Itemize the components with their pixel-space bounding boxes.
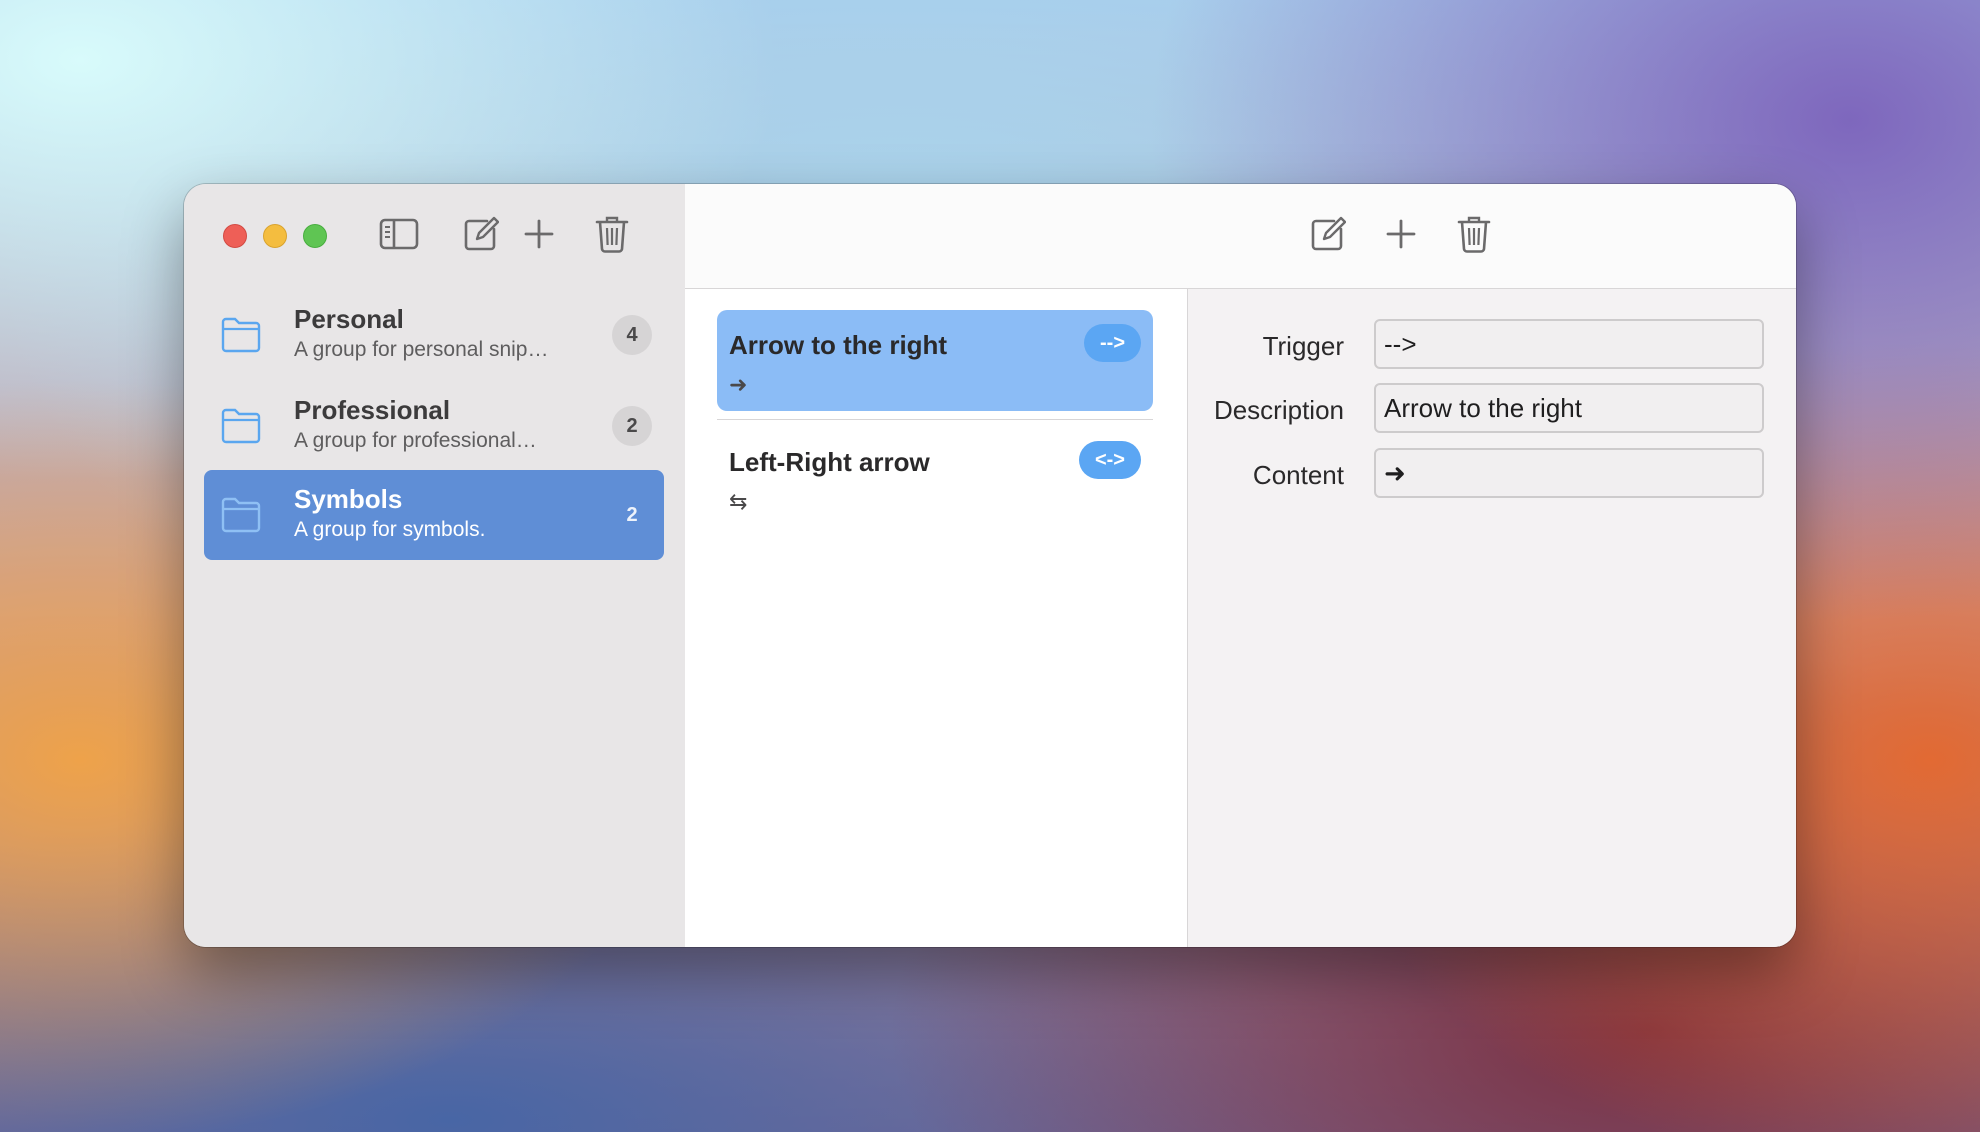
group-count-badge: 4 <box>612 315 652 355</box>
trigger-field[interactable] <box>1374 319 1764 369</box>
trigger-badge: <-> <box>1078 441 1141 479</box>
divider <box>717 419 1153 420</box>
window-controls <box>223 224 327 248</box>
description-label: Description <box>1213 395 1344 425</box>
group-description: A group for personal snip… <box>294 338 549 361</box>
folder-icon <box>221 408 261 444</box>
snippet-list: Arrow to the right ➜ --> Left-Right arro… <box>685 289 1188 947</box>
group-title: Personal <box>294 304 404 334</box>
trigger-label: Trigger <box>1262 331 1344 361</box>
folder-icon <box>221 497 261 533</box>
toggle-sidebar-button[interactable] <box>376 211 422 257</box>
description-field[interactable] <box>1374 383 1764 433</box>
group-item-personal[interactable]: Personal A group for personal snip… 4 <box>204 290 664 380</box>
snippet-item-arrow-right[interactable]: Arrow to the right ➜ --> <box>717 310 1153 411</box>
snippet-title: Left-Right arrow <box>729 447 930 477</box>
close-window-button[interactable] <box>223 224 247 248</box>
compose-icon <box>464 216 499 251</box>
trash-icon <box>1457 216 1491 253</box>
add-group-button[interactable] <box>516 211 562 257</box>
group-title: Professional <box>294 395 451 425</box>
group-count-badge: 2 <box>612 406 652 446</box>
compose-icon <box>1311 216 1346 251</box>
description-row: Description <box>1188 383 1796 435</box>
delete-group-button[interactable] <box>589 211 635 257</box>
group-description: A group for professional… <box>294 429 537 452</box>
add-snippet-button[interactable] <box>1378 211 1424 257</box>
delete-snippet-button[interactable] <box>1451 211 1497 257</box>
group-item-professional[interactable]: Professional A group for professional… 2 <box>204 381 664 471</box>
edit-snippet-button[interactable] <box>1305 211 1351 257</box>
trigger-badge: --> <box>1084 324 1141 362</box>
sidebar-toggle-icon <box>379 218 419 250</box>
snippet-item-left-right-arrow[interactable]: Left-Right arrow ⇆ <-> <box>717 427 1153 528</box>
sidebar: Personal A group for personal snip… 4 Pr… <box>184 184 686 947</box>
content-toolbar <box>685 184 1796 289</box>
group-count-badge: 2 <box>626 503 638 526</box>
zoom-window-button[interactable] <box>303 224 327 248</box>
content-field[interactable] <box>1374 448 1764 498</box>
snippet-detail: Trigger Description Content <box>1188 289 1796 947</box>
group-item-symbols[interactable]: Symbols A group for symbols. 2 <box>204 470 664 560</box>
snippet-content: ⇆ <box>729 489 748 514</box>
new-group-button[interactable] <box>458 211 504 257</box>
content-row: Content <box>1188 448 1796 500</box>
plus-icon <box>1386 219 1416 249</box>
plus-icon <box>524 219 554 249</box>
group-description: A group for symbols. <box>294 518 486 541</box>
trash-icon <box>595 216 629 253</box>
minimize-window-button[interactable] <box>263 224 287 248</box>
snippet-title: Arrow to the right <box>729 330 948 360</box>
folder-icon <box>221 317 261 353</box>
trigger-row: Trigger <box>1188 319 1796 371</box>
app-window: Personal A group for personal snip… 4 Pr… <box>184 184 1796 947</box>
snippet-content: ➜ <box>729 372 748 397</box>
group-title: Symbols <box>294 484 403 514</box>
content-label: Content <box>1252 460 1344 490</box>
